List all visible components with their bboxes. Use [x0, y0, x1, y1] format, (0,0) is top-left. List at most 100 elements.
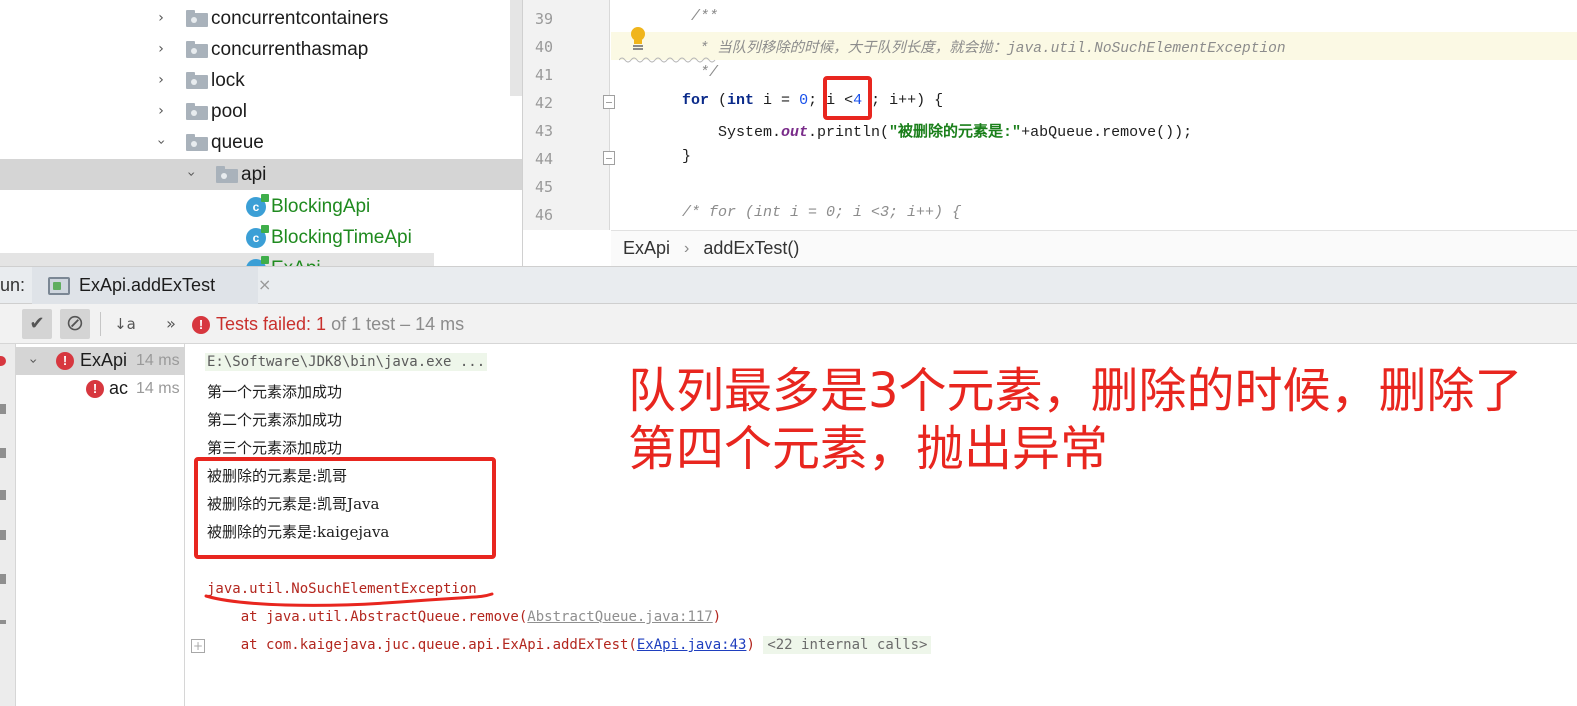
test-runner-toolbar: ✔ ⊘ ↓a » ! Tests failed: 1 of 1 test – 1… [0, 304, 1577, 344]
status-prefix: Tests failed: [216, 314, 317, 334]
tree-item-label: queue [211, 132, 264, 153]
run-config-tab[interactable]: ExApi.addExTest × [32, 267, 271, 304]
java-class-icon: c [246, 256, 269, 266]
source-link[interactable]: ExApi.java:43 [637, 637, 747, 653]
console-line: 第二个元素添加成功 [207, 411, 343, 429]
breadcrumb-class[interactable]: ExApi [623, 238, 670, 259]
test-case-name: ac [109, 378, 129, 398]
tree-item-label: BlockingTimeApi [271, 227, 412, 248]
package-folder-icon [186, 72, 208, 89]
trace-text: at com.kaigejava.juc.queue.api.ExApi.add… [207, 637, 637, 653]
annotation-line: 队列最多是3个元素，删除的时候，删除了 [628, 363, 1523, 419]
package-folder-icon [186, 41, 208, 58]
code-line-46: /* for (int i = 0; i <3; i++) { [682, 204, 962, 221]
test-case-row[interactable]: ! ac 14 ms [16, 375, 185, 403]
code-editor[interactable]: 39 40 41 42 43 44 45 46 /** * 当队列移除的时候，大… [522, 0, 1577, 266]
java-class-icon: c [246, 225, 269, 248]
annotation-underline [204, 592, 494, 607]
tree-item-blockingapi[interactable]: c BlockingApi [0, 191, 522, 222]
package-folder-icon [186, 10, 208, 27]
warning-underline [619, 57, 716, 63]
chevron-down-icon[interactable]: › [153, 135, 169, 149]
chevron-down-icon[interactable]: › [183, 167, 199, 181]
code-text: +abQueue.remove()); [1021, 124, 1193, 141]
lightbulb-icon[interactable] [630, 27, 646, 51]
show-passed-toggle[interactable]: ✔ [22, 309, 52, 339]
tree-item-label: api [241, 164, 267, 185]
console-line: 第三个元素添加成功 [207, 439, 343, 457]
source-link[interactable]: AbstractQueue.java:117 [527, 609, 712, 625]
code-line-42: for (int i = 0; i <4 ; i++) { [682, 92, 943, 109]
error-icon: ! [86, 380, 104, 398]
breadcrumb-method[interactable]: addExTest() [703, 238, 799, 259]
tree-item-concurrenthasmap[interactable]: › concurrenthasmap [0, 34, 522, 65]
chevron-right-icon[interactable]: › [154, 104, 168, 118]
test-status: Tests failed: 1 of 1 test – 14 ms [216, 314, 464, 335]
tree-item-api[interactable]: › api [0, 159, 522, 190]
status-suffix: of 1 test – 14 ms [326, 314, 465, 334]
strip-button[interactable] [0, 490, 6, 500]
fold-toggle-icon[interactable] [603, 151, 615, 165]
code-text: i = [754, 92, 800, 109]
tree-item-exapi[interactable]: c ExApi [0, 253, 434, 266]
line-number: 41 [534, 66, 553, 84]
annotation-line: 第四个元素，抛出异常 [628, 421, 1109, 477]
tree-item-label: BlockingApi [271, 196, 371, 217]
annotation-text: 队列最多是3个元素，删除的时候，删除了 第四个元素，抛出异常 [628, 362, 1548, 478]
test-case-time: 14 ms [136, 380, 180, 397]
tree-item-queue[interactable]: › queue [0, 127, 522, 158]
package-folder-icon [216, 166, 238, 183]
code-line-40: * 当队列移除的时候，大于队列长度，就会抛：java.util.NoSuchEl… [691, 41, 1286, 57]
line-number: 43 [534, 122, 553, 140]
line-number: 45 [534, 178, 553, 196]
toolbar-divider [100, 312, 101, 336]
chevron-right-icon[interactable]: › [154, 73, 168, 87]
strip-button[interactable] [0, 448, 6, 458]
trace-text: ) [712, 609, 722, 625]
trace-text: ) [746, 637, 755, 653]
chevron-right-icon[interactable]: › [154, 42, 168, 56]
chevron-down-icon[interactable]: › [25, 354, 41, 368]
keyword: int [727, 92, 755, 109]
fold-toggle-icon[interactable] [603, 95, 615, 109]
expand-icon[interactable]: + [191, 639, 205, 653]
strip-button[interactable] [0, 574, 6, 584]
more-actions-icon[interactable]: » [156, 309, 186, 339]
tree-item-label: concurrenthasmap [211, 39, 369, 60]
code-line-39: /** [691, 8, 719, 25]
code-text: ( [709, 92, 728, 109]
test-suite-row[interactable]: › ! ExApi 14 ms [16, 347, 185, 375]
package-folder-icon [186, 134, 208, 151]
rerun-failed-icon[interactable] [0, 356, 6, 366]
line-number: 42 [534, 94, 553, 112]
tree-item-lock[interactable]: › lock [0, 65, 522, 96]
test-suite-name: ExApi [80, 350, 128, 370]
tree-item-concurrentcontainers[interactable]: › concurrentcontainers [0, 3, 522, 34]
show-ignored-toggle[interactable]: ⊘ [60, 309, 90, 339]
tree-item-label: lock [211, 70, 245, 91]
chevron-right-icon[interactable]: › [154, 11, 168, 25]
code-line-44: } [682, 148, 692, 165]
code-line-43: System.out.println("被删除的元素是:"+abQueue.re… [718, 120, 1192, 141]
run-side-strip [0, 344, 16, 706]
test-run-icon [48, 277, 70, 295]
error-icon: ! [192, 316, 210, 334]
console-line: 第一个元素添加成功 [207, 383, 343, 401]
test-results-tree: › ! ExApi 14 ms ! ac 14 ms [16, 344, 185, 706]
strip-button[interactable] [0, 620, 6, 624]
strip-button[interactable] [0, 530, 6, 540]
run-tab-bar: un: ExApi.addExTest × [0, 266, 1577, 304]
internal-calls-fold[interactable]: <22 internal calls> [763, 636, 932, 654]
static-field: out [781, 124, 809, 141]
close-icon[interactable]: × [258, 275, 271, 294]
tree-item-pool[interactable]: › pool [0, 96, 522, 127]
sort-alphabetically-icon[interactable]: ↓a [110, 309, 140, 339]
code-text: ; i++) { [862, 92, 944, 109]
tree-item-blockingtimeapi[interactable]: c BlockingTimeApi [0, 222, 522, 253]
editor-gutter: 39 40 41 42 43 44 45 46 [523, 0, 615, 230]
line-number: 46 [534, 206, 553, 224]
package-folder-icon [186, 103, 208, 120]
tree-scrollbar[interactable] [510, 0, 522, 96]
strip-button[interactable] [0, 404, 6, 414]
line-number: 39 [534, 10, 553, 28]
